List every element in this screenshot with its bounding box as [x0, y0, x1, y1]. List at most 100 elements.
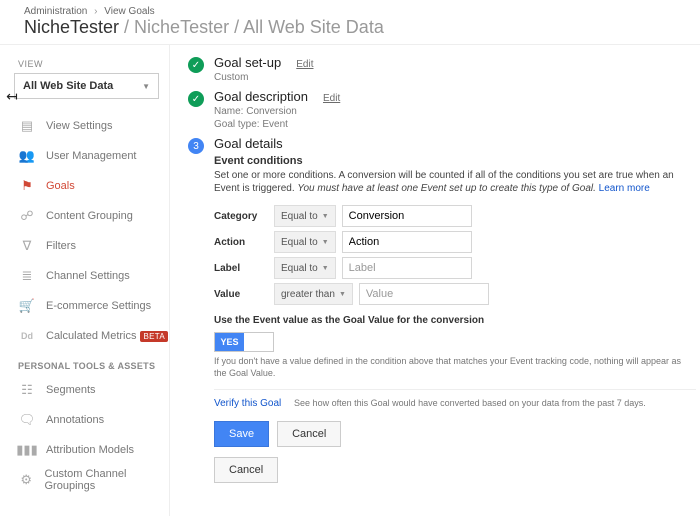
- goal-value-toggle[interactable]: YES: [214, 332, 274, 352]
- caret-down-icon: ▼: [322, 265, 329, 272]
- sidebar-item-label: Filters: [46, 240, 76, 252]
- verify-link[interactable]: Verify this Goal: [214, 398, 281, 409]
- sidebar-item-label: Attribution Models: [46, 444, 134, 456]
- flag-icon: ⚑: [18, 177, 36, 195]
- cancel-button[interactable]: Cancel: [277, 421, 341, 447]
- goal-value-note: If you don't have a value defined in the…: [214, 356, 696, 379]
- sidebar-nav: ▤ View Settings 👥 User Management ⚑ Goal…: [12, 111, 169, 351]
- funnel-icon: ∇: [18, 237, 36, 255]
- sidebar-tools-header: PERSONAL TOOLS & ASSETS: [18, 361, 169, 371]
- sidebar-item-label: Channel Settings: [46, 270, 130, 282]
- step-subtext-type: Goal type: Event: [214, 119, 696, 130]
- condition-label: Category: [214, 211, 274, 222]
- caret-down-icon: ▼: [339, 291, 346, 298]
- view-selector-value: All Web Site Data: [23, 80, 113, 92]
- sidebar-item-label: View Settings: [46, 120, 112, 132]
- bars-icon: ▮▮▮: [18, 441, 36, 459]
- beta-badge: BETA: [140, 331, 168, 342]
- sidebar-item-calculated-metrics[interactable]: Dd Calculated Metrics BETA: [12, 321, 169, 351]
- sidebar-item-channel-settings[interactable]: ≣ Channel Settings: [12, 261, 169, 291]
- sidebar-item-attribution[interactable]: ▮▮▮ Attribution Models: [12, 435, 169, 465]
- step-number-badge: 3: [188, 138, 204, 154]
- sidebar-section-label: VIEW: [18, 59, 169, 69]
- check-icon: ✓: [188, 91, 204, 107]
- condition-input[interactable]: [342, 205, 472, 227]
- conditions-table: Category Equal to▼ Action Equal to▼ Labe…: [214, 205, 696, 305]
- condition-row-action: Action Equal to▼: [214, 231, 696, 253]
- sidebar-item-filters[interactable]: ∇ Filters: [12, 231, 169, 261]
- step-title: Goal details: [214, 136, 283, 151]
- condition-row-category: Category Equal to▼: [214, 205, 696, 227]
- condition-input[interactable]: [342, 231, 472, 253]
- condition-label: Value: [214, 289, 274, 300]
- sidebar-item-view-settings[interactable]: ▤ View Settings: [12, 111, 169, 141]
- outer-cancel-button[interactable]: Cancel: [214, 457, 278, 483]
- operator-select[interactable]: greater than▼: [274, 283, 353, 305]
- sidebar-item-user-management[interactable]: 👥 User Management: [12, 141, 169, 171]
- sidebar-item-label: Goals: [46, 180, 75, 192]
- condition-row-label: Label Equal to▼: [214, 257, 696, 279]
- back-button[interactable]: ↤: [0, 84, 24, 108]
- condition-label: Action: [214, 237, 274, 248]
- condition-row-value: Value greater than▼: [214, 283, 696, 305]
- edit-link[interactable]: Edit: [296, 59, 313, 70]
- step-goal-details: 3 Goal details Event conditions Set one …: [188, 136, 696, 483]
- sidebar-item-content-grouping[interactable]: ☍ Content Grouping: [12, 201, 169, 231]
- caret-down-icon: ▼: [322, 213, 329, 220]
- sidebar: VIEW All Web Site Data ▼ ▤ View Settings…: [0, 45, 170, 516]
- sidebar-item-ecommerce[interactable]: 🛒 E-commerce Settings: [12, 291, 169, 321]
- breadcrumb: Administration › View Goals: [0, 0, 700, 17]
- verify-row: Verify this Goal See how often this Goal…: [214, 398, 696, 409]
- sidebar-item-label: User Management: [46, 150, 137, 162]
- breadcrumb-sep: ›: [94, 6, 97, 17]
- step-title: Goal description: [214, 89, 308, 104]
- learn-more-link[interactable]: Learn more: [599, 183, 650, 194]
- page-title: NicheTester / NicheTester / All Web Site…: [0, 17, 700, 44]
- sidebar-item-custom-channel[interactable]: ⚙ Custom Channel Groupings: [12, 465, 169, 495]
- operator-select[interactable]: Equal to▼: [274, 257, 336, 279]
- grouping-icon: ☍: [18, 207, 36, 225]
- step-goal-setup: ✓ Goal set-up Edit Custom: [188, 55, 696, 83]
- title-path: / NicheTester / All Web Site Data: [119, 17, 384, 37]
- users-icon: 👥: [18, 147, 36, 165]
- sidebar-item-label: E-commerce Settings: [46, 300, 151, 312]
- cart-icon: 🛒: [18, 297, 36, 315]
- step-subtext-name: Name: Conversion: [214, 106, 696, 117]
- dd-icon: Dd: [18, 327, 36, 345]
- sidebar-item-goals[interactable]: ⚑ Goals: [12, 171, 169, 201]
- sidebar-item-label: Segments: [46, 384, 96, 396]
- condition-input[interactable]: [359, 283, 489, 305]
- sidebar-item-label: Custom Channel Groupings: [45, 468, 170, 492]
- sidebar-item-label: Calculated Metrics: [46, 330, 136, 342]
- toggle-off: [244, 333, 273, 351]
- sidebar-tools: ☷ Segments 🗨 Annotations ▮▮▮ Attribution…: [12, 375, 169, 495]
- sliders-icon: ≣: [18, 267, 36, 285]
- save-button[interactable]: Save: [214, 421, 269, 447]
- speech-icon: 🗨: [18, 411, 36, 429]
- event-conditions-title: Event conditions: [214, 155, 696, 167]
- sidebar-item-annotations[interactable]: 🗨 Annotations: [12, 405, 169, 435]
- main-content: ✓ Goal set-up Edit Custom ✓ Goal descrip…: [170, 45, 700, 516]
- divider: [214, 389, 696, 390]
- sidebar-item-label: Annotations: [46, 414, 104, 426]
- sidebar-item-segments[interactable]: ☷ Segments: [12, 375, 169, 405]
- breadcrumb-admin[interactable]: Administration: [24, 6, 87, 17]
- condition-input[interactable]: [342, 257, 472, 279]
- step-title: Goal set-up: [214, 55, 281, 70]
- edit-link[interactable]: Edit: [323, 93, 340, 104]
- step-goal-description: ✓ Goal description Edit Name: Conversion…: [188, 89, 696, 130]
- back-arrow-icon: ↤: [6, 88, 18, 105]
- caret-down-icon: ▼: [322, 239, 329, 246]
- outer-buttons: Cancel: [214, 457, 696, 483]
- breadcrumb-view-goals[interactable]: View Goals: [104, 6, 154, 17]
- view-selector[interactable]: All Web Site Data ▼: [14, 73, 159, 99]
- operator-select[interactable]: Equal to▼: [274, 231, 336, 253]
- title-property: NicheTester: [24, 17, 119, 37]
- verify-text: See how often this Goal would have conve…: [294, 398, 646, 408]
- step-buttons: Save Cancel: [214, 421, 696, 447]
- goal-value-question: Use the Event value as the Goal Value fo…: [214, 315, 696, 326]
- document-icon: ▤: [18, 117, 36, 135]
- condition-label: Label: [214, 263, 274, 274]
- operator-select[interactable]: Equal to▼: [274, 205, 336, 227]
- body: VIEW All Web Site Data ▼ ▤ View Settings…: [0, 44, 700, 516]
